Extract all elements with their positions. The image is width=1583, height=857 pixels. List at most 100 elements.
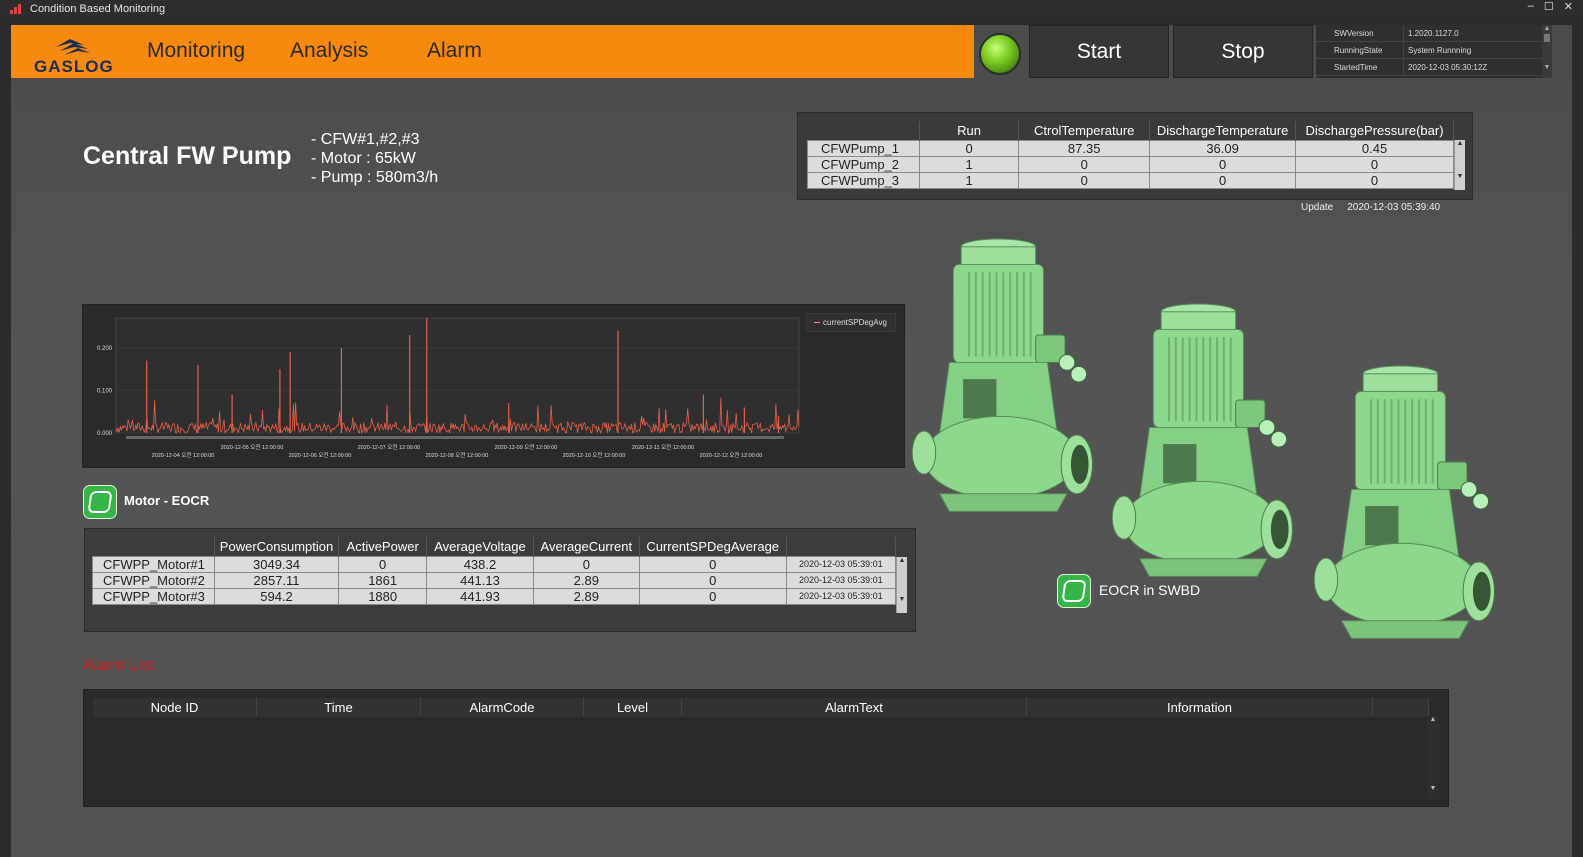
pressure-gauge <box>1270 430 1288 448</box>
column-header: Run <box>919 121 1020 140</box>
motor-table: PowerConsumption ActivePower AverageVolt… <box>92 537 897 605</box>
column-header[interactable]: Node ID <box>93 698 257 716</box>
pump-table-panel: Run CtrolTemperature DischargeTemperatur… <box>797 112 1473 200</box>
alarm-list-scrollbar[interactable]: ▲ ▼ <box>1427 716 1439 800</box>
info-scrollbar[interactable]: ▲ ▼ <box>1542 25 1552 78</box>
table-cell: 3049.34 <box>213 555 340 573</box>
maximize-button[interactable]: ☐ <box>1544 0 1554 13</box>
info-key: SWVersion <box>1316 25 1404 41</box>
suction-flange <box>1313 557 1339 602</box>
legend-label: currentSPDegAvg <box>823 318 887 327</box>
pump-cap-band <box>1160 311 1237 330</box>
outlet-opening <box>1472 571 1491 611</box>
column-header: PowerConsumption <box>214 537 340 556</box>
table-cell: 2.89 <box>532 587 640 605</box>
x-tick-label: 2020-12-04 오전 12:00:00 <box>152 451 215 459</box>
info-key: StartedTime <box>1316 59 1404 75</box>
column-header <box>786 537 897 556</box>
y-tick-label: 0.200 <box>97 346 113 352</box>
y-tick-label: 0.100 <box>97 388 113 394</box>
nav-analysis[interactable]: Analysis <box>290 39 368 63</box>
eocr-app-icon <box>83 485 117 519</box>
motor-table-scrollbar[interactable]: ▲ ▼ <box>896 557 907 613</box>
current-sp-chart[interactable]: 0.200 0.100 0.000 2020-12-05 오전 12:00:00 202… <box>83 305 906 469</box>
table-cell: 0 <box>918 139 1020 157</box>
table-cell: 0 <box>1295 155 1454 173</box>
status-indicator-light <box>979 33 1021 75</box>
table-row[interactable]: CFWPump_1 0 87.35 36.09 0.45 <box>807 139 1454 157</box>
table-cell: 0 <box>1149 171 1297 189</box>
pump-cap-band <box>960 246 1037 265</box>
spec-line: - Pump : 580m3/h <box>311 169 439 186</box>
outlet-opening <box>1270 509 1289 549</box>
pump-unit <box>1313 365 1495 639</box>
column-header[interactable]: Level <box>584 698 682 716</box>
table-cell: 0 <box>1018 155 1151 173</box>
suction-flange <box>911 430 937 475</box>
column-header[interactable]: AlarmCode <box>421 698 584 716</box>
table-cell: 0 <box>1149 155 1297 173</box>
table-cell: 1880 <box>338 587 428 605</box>
pump-base <box>938 493 1068 512</box>
table-cell: 438.2 <box>426 555 534 573</box>
chart-scrollbar <box>126 436 784 439</box>
window-titlebar: Condition Based Monitoring – ☐ ✕ <box>0 0 1583 18</box>
table-cell: CFWPP_Motor#1 <box>92 555 215 573</box>
update-time: 2020-12-03 05:39:40 <box>1347 202 1441 213</box>
pump-base <box>1138 558 1268 577</box>
logo-text: GASLOG <box>34 57 114 76</box>
table-row[interactable]: CFWPump_2 1 0 0 0 <box>807 155 1454 173</box>
table-row[interactable]: CFWPP_Motor#1 3049.34 0 438.2 0 0 2020-1… <box>92 555 897 573</box>
minimize-button[interactable]: – <box>1528 0 1534 13</box>
equipment-specs: - CFW#1,#2,#3 - Motor : 65kW - Pump : 58… <box>311 130 438 187</box>
nav-monitoring[interactable]: Monitoring <box>147 39 245 63</box>
table-cell: CFWPump_1 <box>807 139 920 157</box>
alarm-list-panel: Node ID Time AlarmCode Level AlarmText I… <box>83 689 1449 807</box>
table-cell: 441.93 <box>426 587 534 605</box>
pump-base <box>1340 620 1470 639</box>
table-cell: CFWPump_2 <box>807 155 920 173</box>
pump-table: Run CtrolTemperature DischargeTemperatur… <box>807 121 1454 189</box>
column-header[interactable]: AlarmText <box>682 698 1027 716</box>
pump-unit <box>911 238 1093 512</box>
stop-button[interactable]: Stop <box>1173 25 1313 78</box>
column-header[interactable]: Time <box>257 698 421 716</box>
table-cell: CFWPP_Motor#2 <box>92 571 215 589</box>
column-header <box>807 121 920 140</box>
table-row[interactable]: CFWPP_Motor#2 2857.11 1861 441.13 2.89 0… <box>92 571 897 589</box>
column-header: AverageCurrent <box>533 537 640 556</box>
start-button[interactable]: Start <box>1029 25 1169 78</box>
bracket-window <box>1365 506 1399 546</box>
outlet-opening <box>1070 444 1089 484</box>
table-cell: 594.2 <box>213 587 340 605</box>
top-nav-bar: GASLOG Monitoring Analysis Alarm <box>11 25 974 78</box>
pump-casing <box>1123 480 1278 565</box>
chart-panel: 0.200 0.100 0.000 2020-12-05 오전 12:00:00 202… <box>82 304 905 468</box>
column-header[interactable]: Information <box>1027 698 1373 716</box>
table-cell: 0 <box>338 555 428 573</box>
pump-casing <box>923 415 1078 500</box>
table-cell: 0 <box>638 571 787 589</box>
info-key: RunningState <box>1316 42 1404 58</box>
close-button[interactable]: ✕ <box>1564 0 1573 13</box>
x-tick-label: 2020-12-10 오전 12:00:00 <box>563 451 626 459</box>
table-row[interactable]: CFWPump_3 1 0 0 0 <box>807 171 1454 189</box>
table-cell: 2020-12-03 05:39:01 <box>785 555 897 573</box>
legend-swatch <box>814 322 820 323</box>
table-cell: 0 <box>1295 171 1454 189</box>
update-label: Update <box>1301 202 1334 213</box>
table-row[interactable]: CFWPP_Motor#3 594.2 1880 441.93 2.89 0 2… <box>92 587 897 605</box>
eocr-swbd-label: EOCR in SWBD <box>1099 582 1201 598</box>
chart-legend: currentSPDegAvg <box>806 313 896 332</box>
pump-table-scrollbar[interactable]: ▲ ▼ <box>1454 140 1465 190</box>
table-cell: 1 <box>918 155 1020 173</box>
column-header: CtrolTemperature <box>1018 121 1151 140</box>
pump-illustration <box>911 238 1495 639</box>
gaslog-logo: GASLOG <box>34 33 114 76</box>
nav-alarm[interactable]: Alarm <box>427 39 482 63</box>
table-cell: 1 <box>918 171 1020 189</box>
table-cell: 2.89 <box>532 571 640 589</box>
bracket-window <box>963 379 997 419</box>
table-cell: CFWPP_Motor#3 <box>92 587 215 605</box>
gaslog-wave-icon <box>56 39 90 55</box>
